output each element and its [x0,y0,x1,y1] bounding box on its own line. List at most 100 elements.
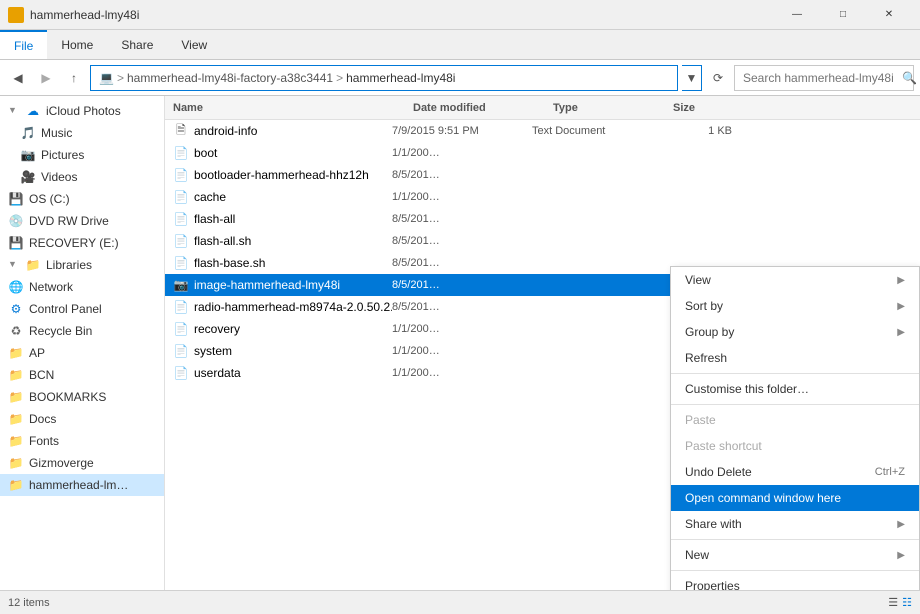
sidebar-item-osc[interactable]: 💾 OS (C:) [0,188,164,210]
sidebar-item-fonts[interactable]: 📁 Fonts [0,430,164,452]
controlpanel-icon: ⚙ [8,301,24,317]
sidebar-item-bcn[interactable]: 📁 BCN [0,364,164,386]
sidebar-item-recovery[interactable]: 💾 RECOVERY (E:) [0,232,164,254]
ctx-pasteshortcut: Paste shortcut [671,433,919,459]
address-path[interactable]: 💻 > hammerhead-lmy48i-factory-a38c3441 >… [90,65,678,91]
sidebar-item-videos[interactable]: 🎥 Videos [0,166,164,188]
sidebar-item-controlpanel[interactable]: ⚙ Control Panel [0,298,164,320]
ctx-refresh[interactable]: Refresh [671,345,919,371]
sidebar-item-gizmoverge[interactable]: 📁 Gizmoverge [0,452,164,474]
item-count: 12 items [8,597,50,609]
sidebar-item-network[interactable]: 🌐 Network [0,276,164,298]
file-icon: 📄 [173,211,189,227]
ctx-sep-1 [671,373,919,374]
file-name-text: recovery [194,322,240,336]
docs-icon: 📁 [8,411,24,427]
ctx-sep-4 [671,570,919,571]
ctx-sortby[interactable]: Sort by ▶ [671,293,919,319]
address-bar: ◀ ▶ ↑ 💻 > hammerhead-lmy48i-factory-a38c… [0,60,920,96]
table-row[interactable]: 📄cache 1/1/200… [165,186,920,208]
ctx-new[interactable]: New ▶ [671,542,919,568]
ctx-opencmd[interactable]: Open command window here [671,485,919,511]
ctx-sharewith[interactable]: Share with ▶ [671,511,919,537]
ctx-paste-label: Paste [685,413,716,427]
sidebar-item-bookmarks[interactable]: 📁 BOOKMARKS [0,386,164,408]
refresh-button[interactable]: ⟳ [706,66,730,90]
up-button[interactable]: ↑ [62,66,86,90]
recyclebin-icon: ♻ [8,323,24,339]
col-header-date[interactable]: Date modified [413,102,553,114]
file-date: 8/5/201… [392,169,532,181]
ctx-arrow-sharewith: ▶ [897,519,905,530]
sidebar-label-controlpanel: Control Panel [29,302,102,316]
forward-button[interactable]: ▶ [34,66,58,90]
sidebar-item-hammerhead[interactable]: 📁 hammerhead-lm… [0,474,164,496]
table-row[interactable]: 📄bootloader-hammerhead-hhz12h 8/5/201… [165,164,920,186]
table-row[interactable]: 🗎android-info 7/9/2015 9:51 PM Text Docu… [165,120,920,142]
file-date: 8/5/201… [392,235,532,247]
col-header-type[interactable]: Type [553,102,673,114]
ap-icon: 📁 [8,345,24,361]
col-header-name[interactable]: Name [173,102,413,114]
context-menu: View ▶ Sort by ▶ Group by ▶ Refresh Cust… [670,266,920,590]
ctx-arrow-view: ▶ [897,275,905,286]
fonts-icon: 📁 [8,433,24,449]
ctx-refresh-label: Refresh [685,351,727,365]
gizmoverge-icon: 📁 [8,455,24,471]
ctx-properties[interactable]: Properties [671,573,919,590]
address-dropdown[interactable]: ▼ [682,65,702,91]
table-row[interactable]: 📄boot 1/1/200… [165,142,920,164]
main-area: ▼ ☁ iCloud Photos 🎵 Music 📷 Pictures 🎥 V… [0,96,920,590]
sidebar-item-libraries[interactable]: ▼ 📁 Libraries [0,254,164,276]
file-list-header: Name Date modified Type Size [165,96,920,120]
ctx-groupby[interactable]: Group by ▶ [671,319,919,345]
file-icon: 📄 [173,233,189,249]
ctx-undo[interactable]: Undo Delete Ctrl+Z [671,459,919,485]
sidebar-item-dvd[interactable]: 💿 DVD RW Drive [0,210,164,232]
close-button[interactable]: ✕ [866,0,912,30]
file-name-text: android-info [194,124,257,138]
tab-share[interactable]: Share [107,30,167,59]
sidebar-label-pictures: Pictures [41,148,84,162]
file-icon: 📄 [173,299,189,315]
sidebar: ▼ ☁ iCloud Photos 🎵 Music 📷 Pictures 🎥 V… [0,96,165,590]
ctx-undo-label: Undo Delete [685,465,752,479]
file-name-text: userdata [194,366,241,380]
sidebar-item-docs[interactable]: 📁 Docs [0,408,164,430]
file-date: 1/1/200… [392,367,532,379]
ctx-opencmd-label: Open command window here [685,491,841,505]
table-row[interactable]: 📄 flash-all.sh 8/5/201… [165,230,920,252]
ctx-view[interactable]: View ▶ [671,267,919,293]
file-name-text: cache [194,190,226,204]
file-name-text: flash-all.sh [194,234,251,248]
search-box: 🔍 [734,65,914,91]
sidebar-label-network: Network [29,280,73,294]
sidebar-item-recyclebin[interactable]: ♻ Recycle Bin [0,320,164,342]
sidebar-item-icloud[interactable]: ▼ ☁ iCloud Photos [0,100,164,122]
sidebar-item-ap[interactable]: 📁 AP [0,342,164,364]
search-input[interactable] [743,71,898,85]
details-view-icon[interactable]: ☷ [902,596,912,609]
col-header-size[interactable]: Size [673,102,753,114]
sidebar-item-music[interactable]: 🎵 Music [0,122,164,144]
sidebar-label-docs: Docs [29,412,56,426]
table-row[interactable]: 📄flash-all 8/5/201… [165,208,920,230]
file-date: 1/1/200… [392,323,532,335]
sidebar-label-music: Music [41,126,72,140]
sidebar-item-pictures[interactable]: 📷 Pictures [0,144,164,166]
file-name-text: flash-base.sh [194,256,265,270]
tab-file[interactable]: File [0,30,47,59]
back-button[interactable]: ◀ [6,66,30,90]
ctx-arrow-groupby: ▶ [897,327,905,338]
tab-view[interactable]: View [167,30,221,59]
breadcrumb-root: 💻 [99,71,114,85]
minimize-button[interactable]: — [774,0,820,30]
ctx-customise[interactable]: Customise this folder… [671,376,919,402]
list-view-icon[interactable]: ☰ [888,596,898,609]
tab-home[interactable]: Home [47,30,107,59]
file-icon: 📄 [173,255,189,271]
file-date: 7/9/2015 9:51 PM [392,125,532,137]
maximize-button[interactable]: □ [820,0,866,30]
breadcrumb-parent: hammerhead-lmy48i-factory-a38c3441 [127,71,333,85]
search-icon: 🔍 [902,71,917,85]
